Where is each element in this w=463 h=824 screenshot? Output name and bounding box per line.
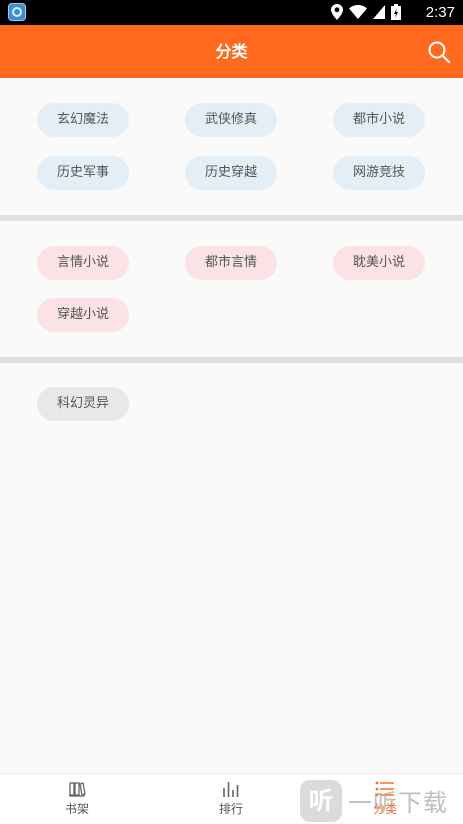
category-chip[interactable]: 武侠修真 [185, 103, 277, 137]
category-section-other: 科幻灵异 [0, 363, 463, 773]
category-section-male: 玄幻魔法 武侠修真 都市小说 历史军事 历史穿越 网游竞技 [0, 78, 463, 215]
page-title: 分类 [215, 42, 248, 61]
category-chip[interactable]: 历史穿越 [185, 156, 277, 190]
category-chip[interactable]: 都市言情 [185, 246, 277, 280]
category-chip[interactable]: 网游竞技 [333, 156, 425, 190]
tab-label: 书架 [64, 802, 89, 816]
category-chip[interactable]: 耽美小说 [333, 246, 425, 280]
battery-icon [391, 4, 401, 20]
status-time: 2:37 [425, 4, 455, 21]
tab-category[interactable]: 分类 [308, 774, 462, 824]
app-notification-icon [8, 3, 26, 21]
bottom-tab-bar: 书架 排行 分类 [0, 773, 463, 823]
location-icon [331, 4, 343, 20]
ranking-icon [223, 782, 239, 797]
wifi-icon [349, 5, 367, 19]
bookshelf-icon [69, 782, 86, 797]
category-chip[interactable]: 玄幻魔法 [37, 103, 129, 137]
status-icons [331, 4, 401, 20]
search-button[interactable] [427, 40, 451, 64]
status-bar: 2:37 [0, 0, 463, 25]
tab-label: 排行 [218, 802, 243, 816]
tab-bookshelf[interactable]: 书架 [0, 774, 154, 824]
category-chip[interactable]: 科幻灵异 [37, 387, 129, 421]
category-chip[interactable]: 历史军事 [37, 156, 129, 190]
signal-icon [373, 5, 385, 19]
category-icon [375, 781, 394, 797]
category-chip[interactable]: 言情小说 [37, 246, 129, 280]
app-bar: 分类 [0, 25, 463, 78]
category-chip[interactable]: 穿越小说 [37, 298, 129, 332]
category-chip[interactable]: 都市小说 [333, 103, 425, 137]
tab-label: 分类 [372, 802, 397, 816]
search-icon [428, 41, 451, 64]
tab-ranking[interactable]: 排行 [154, 774, 308, 824]
category-section-female: 言情小说 都市言情 耽美小说 穿越小说 [0, 221, 463, 357]
